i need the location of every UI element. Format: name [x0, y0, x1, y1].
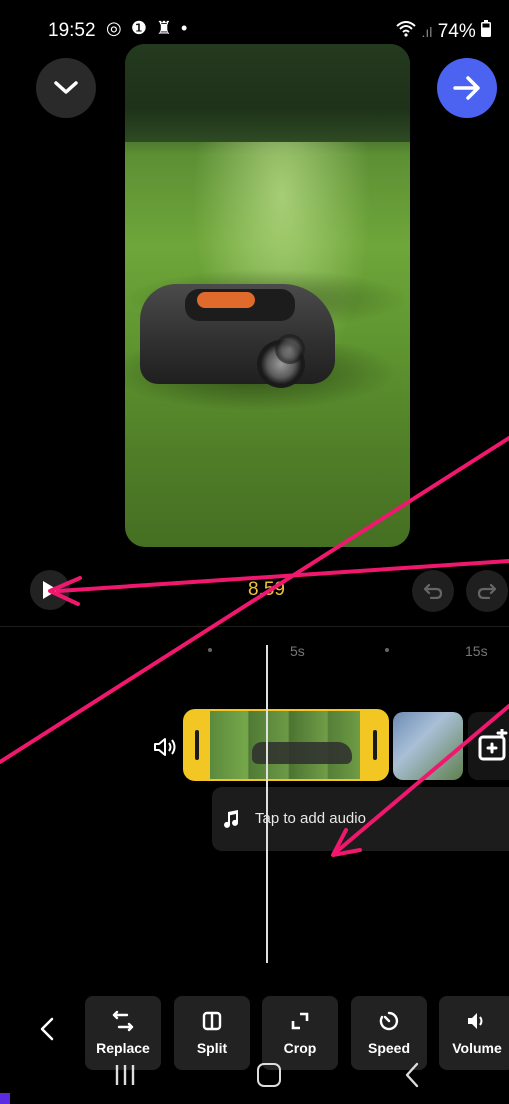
video-preview[interactable]: [125, 44, 410, 547]
tool-crop[interactable]: Crop: [262, 996, 338, 1070]
back-icon: [405, 1062, 419, 1088]
status-time: 19:52: [48, 20, 96, 41]
tool-replace[interactable]: Replace: [85, 996, 161, 1070]
mower-lid: [197, 292, 255, 308]
preview-hedge: [125, 44, 410, 142]
tool-speed-label: Speed: [367, 1040, 410, 1056]
mower-wheel-hub: [275, 334, 305, 364]
wifi-icon: [396, 21, 421, 42]
current-time: 8.59: [248, 579, 285, 600]
collapse-button[interactable]: [36, 58, 96, 118]
next-button[interactable]: [437, 58, 497, 118]
signal-icon: .ıl: [421, 24, 433, 40]
tool-split[interactable]: Split: [174, 996, 250, 1070]
ruler-dot: [208, 648, 212, 652]
recents-icon: [115, 1065, 135, 1085]
add-audio-label: Tap to add audio: [255, 810, 366, 827]
chevron-left-icon: [40, 1017, 54, 1041]
redo-button[interactable]: [466, 570, 508, 612]
add-clip-button[interactable]: [468, 712, 509, 780]
tool-replace-label: Replace: [96, 1040, 150, 1056]
add-clip-icon: [478, 729, 508, 761]
music-note-icon: [222, 809, 242, 829]
ruler-label-5s: 5s: [290, 643, 305, 659]
crop-icon: [289, 1010, 311, 1032]
status-notification-icons: ◎ ❶ ♜ •: [106, 18, 190, 38]
status-right: .ıl 74%: [396, 20, 491, 43]
tool-volume[interactable]: Volume: [439, 996, 509, 1070]
clip-trim-handle-right[interactable]: [373, 730, 377, 760]
battery-icon: [481, 20, 491, 42]
split-icon: [201, 1010, 223, 1032]
tool-split-label: Split: [196, 1040, 228, 1056]
volume-icon: [466, 1010, 488, 1032]
battery-percent: 74%: [437, 21, 476, 42]
play-icon: [43, 581, 58, 599]
section-divider: [0, 626, 509, 627]
clip-thumbnail[interactable]: [393, 712, 463, 780]
ruler-label-15s: 15s: [465, 643, 488, 659]
play-button[interactable]: [30, 570, 70, 610]
nav-back-button[interactable]: [404, 1062, 420, 1088]
undo-button[interactable]: [412, 570, 454, 612]
chevron-down-icon: [54, 81, 78, 94]
undo-icon: [423, 583, 443, 599]
speed-icon: [378, 1010, 400, 1032]
tool-speed[interactable]: Speed: [351, 996, 427, 1070]
replace-icon: [112, 1010, 134, 1032]
toolbar-back-button[interactable]: [36, 1015, 58, 1043]
redo-icon: [477, 583, 497, 599]
tool-volume-label: Volume: [452, 1040, 502, 1056]
clip-trim-handle-left[interactable]: [195, 730, 199, 760]
nav-recents-button[interactable]: [114, 1063, 136, 1087]
ruler-dot: [385, 648, 389, 652]
clip-sound-icon[interactable]: [153, 736, 177, 758]
tool-crop-label: Crop: [283, 1040, 317, 1056]
corner-mark: [0, 1093, 10, 1104]
nav-home-button[interactable]: [257, 1063, 281, 1087]
playhead[interactable]: [266, 645, 268, 963]
arrow-right-icon: [453, 76, 480, 100]
